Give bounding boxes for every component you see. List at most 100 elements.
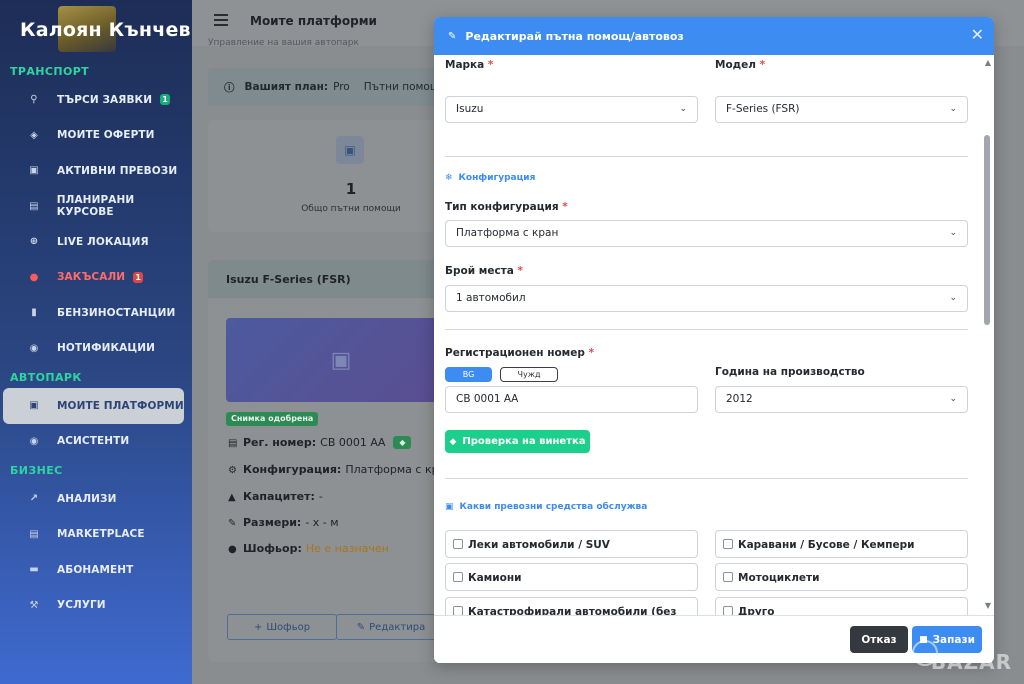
checkbox[interactable] bbox=[723, 606, 733, 615]
check-vignette-button[interactable]: ◆ Проверка на винетка bbox=[445, 430, 590, 453]
sidebar-item-services[interactable]: ⚒ УСЛУГИ bbox=[0, 588, 192, 624]
scroll-down-icon[interactable]: ▼ bbox=[985, 601, 991, 610]
sidebar-item-label: ПЛАНИРАНИ КУРСОВЕ bbox=[56, 194, 135, 219]
cancel-button[interactable]: Отказ bbox=[850, 626, 908, 653]
checkbox[interactable] bbox=[453, 572, 463, 582]
modal-title: Редактирай пътна помощ/автовоз bbox=[465, 29, 684, 43]
sidebar-item-assistants[interactable]: ◉ АСИСТЕНТИ bbox=[0, 424, 192, 460]
check-vignette-label: Проверка на винетка bbox=[462, 436, 586, 447]
menu-icon[interactable] bbox=[214, 14, 228, 29]
vehicle-type-cars[interactable]: Леки автомобили / SUV bbox=[445, 530, 698, 558]
checkbox[interactable] bbox=[723, 572, 733, 582]
model-label-text: Модел bbox=[715, 59, 756, 71]
sidebar-item-active-transports[interactable]: ▣ АКТИВНИ ПРЕВОЗИ bbox=[0, 153, 192, 189]
alert-icon: ● bbox=[29, 271, 39, 283]
edit-platform-button[interactable]: ✎ Редактира bbox=[336, 614, 446, 640]
driver-row: ● Шофьор: Не е назначен bbox=[228, 542, 389, 555]
config-type-value: Платформа с кран bbox=[456, 227, 559, 239]
year-field-label: Година на производство bbox=[715, 366, 865, 378]
brand[interactable]: Калоян Кънчев bbox=[0, 0, 192, 60]
sidebar-item-my-platforms[interactable]: ▣ МОИТЕ ПЛАТФОРМИ bbox=[3, 388, 184, 424]
tools-icon: ⚒ bbox=[29, 599, 39, 611]
model-select-value: F-Series (FSR) bbox=[726, 103, 800, 115]
reg-foreign-toggle[interactable]: Чужд bbox=[500, 367, 558, 382]
ruler-icon: ✎ bbox=[228, 518, 237, 529]
year-select[interactable]: 2012 ⌄ bbox=[715, 386, 968, 413]
fuel-icon: ▮ bbox=[31, 307, 37, 319]
required-mark: * bbox=[562, 201, 568, 213]
chevron-down-icon: ⌄ bbox=[679, 104, 687, 114]
seats-select[interactable]: 1 автомобил ⌄ bbox=[445, 285, 968, 312]
close-icon[interactable]: ✕ bbox=[971, 27, 984, 43]
weight-icon: ▲ bbox=[228, 492, 236, 503]
count-badge: 1 bbox=[160, 94, 171, 106]
sidebar-item-search-requests[interactable]: ⚲ ТЪРСИ ЗАЯВКИ 1 bbox=[0, 82, 192, 118]
vehicle-type-label: Камиони bbox=[468, 572, 522, 584]
checkbox[interactable] bbox=[453, 606, 463, 615]
bell-icon: ◉ bbox=[29, 342, 39, 354]
vehicles-section-text: Какви превозни средства обслужва bbox=[459, 502, 648, 512]
checkbox[interactable] bbox=[723, 539, 733, 549]
sidebar-item-label: АБОНАМЕНТ bbox=[57, 563, 134, 576]
id-card-icon: ▤ bbox=[228, 438, 238, 449]
vehicle-type-label: Каравани / Бусове / Кемпери bbox=[738, 539, 915, 551]
scrollbar-thumb[interactable] bbox=[984, 135, 990, 325]
required-mark: * bbox=[759, 59, 766, 71]
sidebar-item-planned-trips[interactable]: ▤ ПЛАНИРАНИ КУРСОВЕ bbox=[0, 189, 192, 225]
seats-label-text: Брой места bbox=[445, 265, 514, 277]
vehicle-type-trucks[interactable]: Камиони bbox=[445, 563, 698, 591]
sidebar-section-business: БИЗНЕС bbox=[10, 464, 63, 477]
sidebar-item-my-offers[interactable]: ◈ МОИТЕ ОФЕРТИ bbox=[0, 118, 192, 154]
sidebar-item-marketplace[interactable]: ▤ MARKETPLACE bbox=[0, 517, 192, 553]
reg-bg-toggle[interactable]: BG bbox=[445, 367, 492, 382]
brand-field-label: Марка * bbox=[445, 59, 493, 71]
reg-number-row: ▤ Рег. номер: СВ 0001 АА ◆ bbox=[228, 436, 412, 449]
config-type-field-label: Тип конфигурация * bbox=[445, 201, 568, 213]
sidebar-item-notifications[interactable]: ◉ НОТИФИКАЦИИ bbox=[0, 331, 192, 367]
reg-label-text: Регистрационен номер bbox=[445, 347, 585, 359]
sidebar-item-label: ЗАКЪСАЛИ bbox=[57, 271, 126, 284]
truck-icon: ▣ bbox=[29, 165, 39, 177]
size-value: - x - м bbox=[305, 516, 339, 529]
sidebar: Калоян Кънчев ТРАНСПОРТ ⚲ ТЪРСИ ЗАЯВКИ 1… bbox=[0, 0, 192, 684]
shield-icon: ◆ bbox=[393, 436, 412, 449]
modal-header: ✎ Редактирай пътна помощ/автовоз bbox=[434, 17, 994, 55]
user-icon: ● bbox=[228, 544, 237, 555]
scroll-up-icon[interactable]: ▲ bbox=[985, 58, 991, 67]
sidebar-item-subscription[interactable]: ▬ АБОНАМЕНТ bbox=[0, 552, 192, 588]
edit-platform-label: Редактира bbox=[369, 621, 426, 633]
brand-select-value: Isuzu bbox=[456, 103, 484, 115]
config-section-text: Конфигурация bbox=[458, 173, 536, 183]
vehicle-type-other[interactable]: Друго bbox=[715, 597, 968, 615]
truck-icon: ▣ bbox=[29, 400, 39, 412]
checkbox[interactable] bbox=[453, 539, 463, 549]
required-mark: * bbox=[517, 265, 524, 277]
reg-number-input[interactable]: СВ 0001 АА bbox=[445, 386, 698, 413]
sidebar-item-label: ТЪРСИ ЗАЯВКИ bbox=[57, 93, 153, 106]
model-select[interactable]: F-Series (FSR) ⌄ bbox=[715, 96, 968, 123]
sidebar-item-analytics[interactable]: ↗ АНАЛИЗИ bbox=[0, 481, 192, 517]
chevron-down-icon: ⌄ bbox=[949, 228, 957, 238]
watermark: BAZAR bbox=[930, 650, 1012, 674]
vehicle-type-label: Мотоциклети bbox=[738, 572, 820, 584]
vehicle-type-motorcycles[interactable]: Мотоциклети bbox=[715, 563, 968, 591]
vehicle-type-wrecked[interactable]: Катастрофирали автомобили (без колела) bbox=[445, 597, 698, 615]
sidebar-item-stranded[interactable]: ● ЗАКЪСАЛИ 1 bbox=[0, 260, 192, 296]
sidebar-item-live-location[interactable]: ⊕ LIVE ЛОКАЦИЯ bbox=[0, 224, 192, 260]
sidebar-section-fleet: АВТОПАРК bbox=[10, 371, 82, 384]
search-icon: ⚲ bbox=[30, 94, 38, 106]
driver-label: Шофьор: bbox=[243, 542, 302, 555]
config-row: ⚙ Конфигурация: Платформа с кр bbox=[228, 463, 439, 476]
driver-value: Не е назначен bbox=[305, 542, 389, 555]
modal-scrollbar[interactable]: ▲ ▼ bbox=[980, 55, 994, 615]
assign-driver-button[interactable]: + Шофьор bbox=[227, 614, 337, 640]
brand-select[interactable]: Isuzu ⌄ bbox=[445, 96, 698, 123]
sidebar-item-label: АКТИВНИ ПРЕВОЗИ bbox=[57, 164, 178, 177]
modal-body: Марка * Isuzu ⌄ Модел * F-Series (FSR) ⌄… bbox=[434, 55, 994, 615]
calendar-icon: ▤ bbox=[29, 200, 39, 212]
vehicle-type-caravans[interactable]: Каравани / Бусове / Кемпери bbox=[715, 530, 968, 558]
sidebar-item-gas-stations[interactable]: ▮ БЕНЗИНОСТАНЦИИ bbox=[0, 295, 192, 331]
config-type-select[interactable]: Платформа с кран ⌄ bbox=[445, 220, 968, 247]
required-mark: * bbox=[487, 59, 494, 71]
capacity-row: ▲ Капацитет: - bbox=[228, 490, 323, 503]
